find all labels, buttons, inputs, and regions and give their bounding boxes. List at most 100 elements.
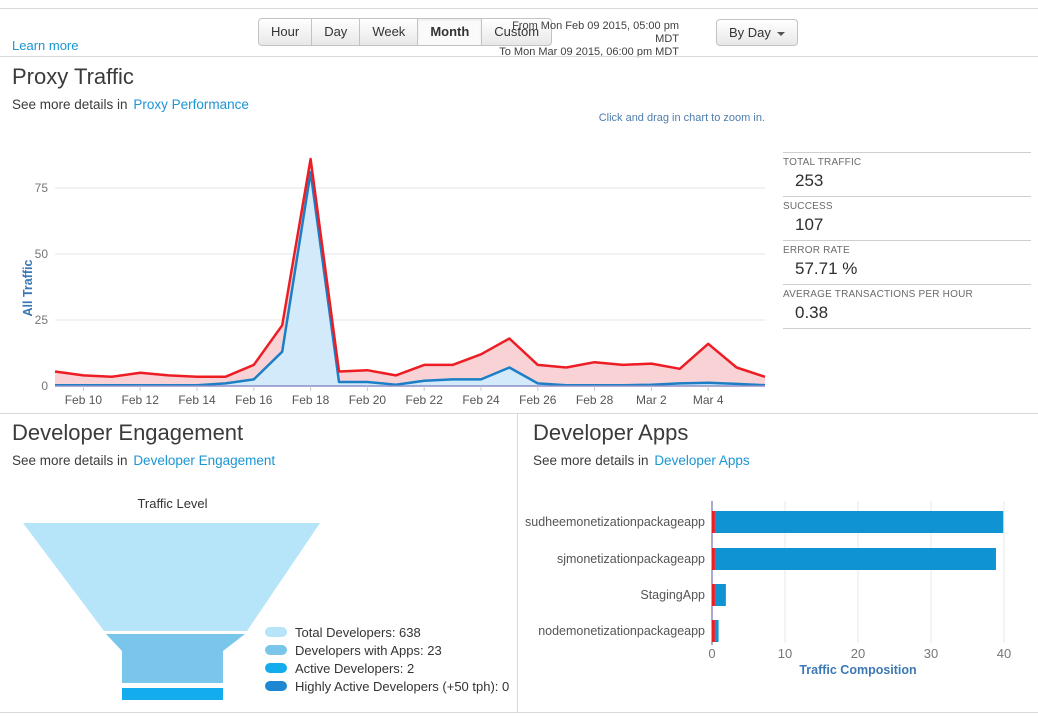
x-tick-label: Mar 2 <box>636 393 667 407</box>
y-axis-label: All Traffic <box>21 259 35 316</box>
learn-more-link[interactable]: Learn more <box>12 38 78 53</box>
legend-label: Active Developers: 2 <box>295 661 414 676</box>
developer-apps-chart[interactable]: 0 10 20 30 40 sudheemonetizationpackageapp sjm… <box>525 493 1035 693</box>
range-button-day[interactable]: Day <box>311 18 360 46</box>
errors-bar[interactable] <box>712 548 715 570</box>
caret-down-icon <box>777 32 785 36</box>
x-tick-label: 10 <box>778 646 792 661</box>
stat-label: TOTAL TRAFFIC <box>783 157 1031 168</box>
funnel-stage-total <box>23 523 320 631</box>
developer-apps-subtitle-text: See more details in <box>533 453 652 468</box>
stat-label: AVERAGE TRANSACTIONS PER HOUR <box>783 289 1031 300</box>
stat-value: 0.38 <box>783 300 1031 323</box>
y-tick-label: 25 <box>35 313 49 327</box>
stat-success: SUCCESS 107 <box>783 196 1031 240</box>
errors-bar[interactable] <box>712 511 715 533</box>
developer-engagement-subtitle-text: See more details in <box>12 453 131 468</box>
date-range-from: From Mon Feb 09 2015, 05:00 pm MDT <box>497 20 679 46</box>
x-tick-label: Mar 4 <box>693 393 724 407</box>
all-traffic-area <box>55 159 765 386</box>
stat-label: ERROR RATE <box>783 245 1031 256</box>
analytics-dashboard: Learn more Hour Day Week Month Custom Fr… <box>0 0 1038 717</box>
column-divider <box>517 413 518 712</box>
stat-avg-tph: AVERAGE TRANSACTIONS PER HOUR 0.38 <box>783 284 1031 328</box>
y-tick-label: 50 <box>35 247 49 261</box>
range-button-hour[interactable]: Hour <box>258 18 312 46</box>
x-tick-label: 40 <box>997 646 1011 661</box>
developer-engagement-title: Developer Engagement <box>12 420 243 446</box>
funnel-stage-with-apps <box>106 634 245 683</box>
traffic-stats-panel: TOTAL TRAFFIC 253 SUCCESS 107 ERROR RATE… <box>783 152 1031 329</box>
group-by-dropdown[interactable]: By Day <box>716 19 798 46</box>
x-tick-label: 0 <box>708 646 715 661</box>
stat-error-rate: ERROR RATE 57.71 % <box>783 240 1031 284</box>
developer-apps-link[interactable]: Developer Apps <box>654 453 749 468</box>
bar-category-label: sudheemonetizationpackageapp <box>525 515 705 529</box>
all-traffic-line <box>55 159 765 377</box>
legend-swatch-icon <box>265 645 287 655</box>
x-tick-label: 30 <box>924 646 938 661</box>
y-tick-label: 75 <box>35 181 49 195</box>
legend-item: Active Developers: 2 <box>265 659 509 677</box>
errors-bar[interactable] <box>712 620 715 642</box>
section-divider <box>0 413 1038 414</box>
legend-swatch-icon <box>265 681 287 691</box>
x-tick-label: Feb 12 <box>122 393 160 407</box>
stat-total-traffic: TOTAL TRAFFIC 253 <box>783 152 1031 196</box>
legend-item: Total Developers: 638 <box>265 623 509 641</box>
developer-engagement-link[interactable]: Developer Engagement <box>133 453 275 468</box>
bar-category-label: StagingApp <box>640 588 705 602</box>
developer-apps-subtitle: See more details in Developer Apps <box>533 453 750 468</box>
funnel-stage-active <box>122 688 223 700</box>
x-tick-label: Feb 26 <box>519 393 557 407</box>
bar-category-label: sjmonetizationpackageapp <box>557 552 705 566</box>
success-area <box>55 172 765 386</box>
bar-category-label: nodemonetizationpackageapp <box>538 624 705 638</box>
x-tick-label: 20 <box>851 646 865 661</box>
x-tick-label: Feb 10 <box>65 393 103 407</box>
legend-item: Developers with Apps: 23 <box>265 641 509 659</box>
proxy-traffic-chart[interactable]: 0 25 50 75 Feb 10 Feb 12 Feb 14 Feb 16 Feb 18 Feb… <box>20 138 780 410</box>
x-tick-label: Feb 16 <box>235 393 273 407</box>
legend-label: Total Developers: 638 <box>295 625 421 640</box>
range-button-month[interactable]: Month <box>417 18 482 46</box>
legend-swatch-icon <box>265 663 287 673</box>
proxy-traffic-subtitle-text: See more details in <box>12 97 131 112</box>
x-axis-label: Traffic Composition <box>799 663 916 677</box>
y-tick-label: 0 <box>41 379 48 393</box>
zoom-hint: Click and drag in chart to zoom in. <box>465 112 765 124</box>
stat-value: 107 <box>783 212 1031 235</box>
date-range-to: To Mon Mar 09 2015, 06:00 pm MDT <box>497 46 679 59</box>
date-range: From Mon Feb 09 2015, 05:00 pm MDT To Mo… <box>497 20 679 59</box>
legend-label: Highly Active Developers (+50 tph): 0 <box>295 679 509 694</box>
legend-swatch-icon <box>265 627 287 637</box>
proxy-traffic-subtitle: See more details in Proxy Performance <box>12 97 249 112</box>
x-tick-label: Feb 18 <box>292 393 330 407</box>
bottom-divider <box>0 712 1038 713</box>
developer-apps-title: Developer Apps <box>533 420 688 446</box>
x-tick-label: Feb 24 <box>462 393 500 407</box>
group-by-label: By Day <box>729 25 771 40</box>
success-line <box>55 172 765 385</box>
traffic-bar[interactable] <box>715 620 719 642</box>
proxy-performance-link[interactable]: Proxy Performance <box>133 97 249 112</box>
legend-label: Developers with Apps: 23 <box>295 643 442 658</box>
stat-label: SUCCESS <box>783 201 1031 212</box>
top-divider <box>0 8 1038 9</box>
errors-bar[interactable] <box>712 584 715 606</box>
traffic-bar[interactable] <box>715 584 726 606</box>
legend-item: Highly Active Developers (+50 tph): 0 <box>265 677 509 695</box>
traffic-bar[interactable] <box>715 511 1003 533</box>
stat-value: 57.71 % <box>783 256 1031 279</box>
stat-value: 253 <box>783 168 1031 191</box>
toolbar-divider <box>0 56 1038 57</box>
x-tick-label: Feb 14 <box>178 393 216 407</box>
x-tick-label: Feb 20 <box>349 393 387 407</box>
proxy-traffic-title: Proxy Traffic <box>12 64 134 90</box>
range-button-week[interactable]: Week <box>359 18 418 46</box>
x-tick-label: Feb 22 <box>406 393 444 407</box>
developer-engagement-subtitle: See more details in Developer Engagement <box>12 453 275 468</box>
traffic-bar[interactable] <box>715 548 996 570</box>
funnel-legend: Total Developers: 638 Developers with App… <box>265 623 509 695</box>
x-tick-label: Feb 28 <box>576 393 614 407</box>
